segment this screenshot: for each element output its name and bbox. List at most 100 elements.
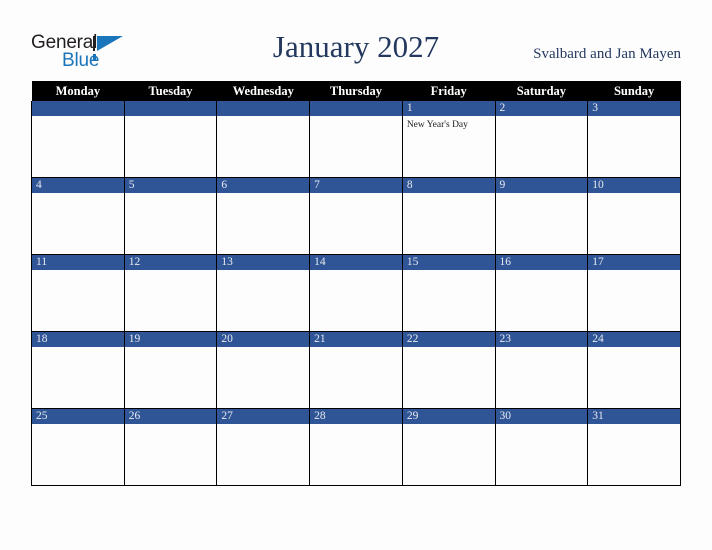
- day-cell-inner: 2: [495, 101, 588, 177]
- day-cell-inner: [217, 101, 310, 177]
- day-number: 19: [124, 332, 217, 347]
- calendar-day-cell[interactable]: 29: [401, 408, 496, 486]
- calendar-page: General Blue January 2027 Svalbard and J…: [0, 0, 712, 550]
- day-number: 21: [310, 332, 402, 347]
- weekday-header-monday: Monday: [31, 81, 125, 101]
- calendar-week-row: 4 5 6 7 8 9 10: [31, 177, 681, 255]
- day-number: 24: [588, 332, 680, 347]
- calendar-day-cell[interactable]: 13: [216, 254, 311, 332]
- calendar-day-cell[interactable]: 27: [216, 408, 311, 486]
- day-cell-inner: 12: [124, 255, 217, 331]
- weekday-header-row: Monday Tuesday Wednesday Thursday Friday…: [31, 81, 681, 101]
- calendar-week-row: 25 26 27 28 29 30 31: [31, 408, 681, 486]
- day-cell-inner: 11: [32, 255, 124, 331]
- day-number: 1: [402, 101, 495, 116]
- day-cell-inner: 18: [32, 332, 124, 408]
- calendar-body: 1 New Year's Day 2 3 4 5 6 7 8 9 10 11 12 13 14 15 16 17 1…: [31, 101, 681, 486]
- day-number: [310, 101, 402, 116]
- weekday-header-sunday: Sunday: [587, 81, 681, 101]
- calendar-day-cell[interactable]: 1 New Year's Day: [401, 101, 496, 178]
- generalblue-logo[interactable]: General Blue: [31, 33, 143, 73]
- day-number: 23: [495, 332, 588, 347]
- day-number: 30: [495, 409, 588, 424]
- calendar-day-cell[interactable]: 2: [494, 101, 589, 178]
- day-cell-inner: 30: [495, 409, 588, 485]
- day-cell-inner: 1 New Year's Day: [402, 101, 495, 177]
- calendar-day-cell[interactable]: [31, 101, 125, 178]
- weekday-header-thursday: Thursday: [309, 81, 403, 101]
- day-number: 4: [32, 178, 124, 193]
- calendar-day-cell[interactable]: 30: [494, 408, 589, 486]
- day-number: 8: [402, 178, 495, 193]
- calendar-day-cell[interactable]: 31: [587, 408, 681, 486]
- day-cell-inner: 10: [588, 178, 680, 254]
- calendar-day-cell[interactable]: 5: [123, 177, 218, 255]
- weekday-header-saturday: Saturday: [495, 81, 588, 101]
- day-cell-inner: 24: [588, 332, 680, 408]
- day-cell-inner: 16: [495, 255, 588, 331]
- calendar-day-cell[interactable]: 9: [494, 177, 589, 255]
- calendar-day-cell[interactable]: 20: [216, 331, 311, 409]
- day-cell-inner: 14: [310, 255, 402, 331]
- day-number: 20: [217, 332, 310, 347]
- calendar-day-cell[interactable]: 25: [31, 408, 125, 486]
- calendar-day-cell[interactable]: 18: [31, 331, 125, 409]
- page-title: January 2027: [272, 29, 440, 64]
- calendar-day-cell[interactable]: 17: [587, 254, 681, 332]
- day-cell-inner: 23: [495, 332, 588, 408]
- day-cell-inner: 20: [217, 332, 310, 408]
- day-number: 15: [402, 255, 495, 270]
- calendar-day-cell[interactable]: 14: [309, 254, 403, 332]
- day-number: 10: [588, 178, 680, 193]
- day-number: 18: [32, 332, 124, 347]
- day-cell-inner: 21: [310, 332, 402, 408]
- calendar-day-cell[interactable]: 15: [401, 254, 496, 332]
- day-cell-inner: [124, 101, 217, 177]
- day-number: 27: [217, 409, 310, 424]
- calendar-day-cell[interactable]: 16: [494, 254, 589, 332]
- calendar-grid: Monday Tuesday Wednesday Thursday Friday…: [31, 81, 681, 486]
- day-cell-inner: [32, 101, 124, 177]
- calendar-week-row: 1 New Year's Day 2 3: [31, 101, 681, 178]
- calendar-day-cell[interactable]: 12: [123, 254, 218, 332]
- logo-text-blue: Blue: [62, 50, 100, 71]
- day-cell-inner: 25: [32, 409, 124, 485]
- calendar-day-cell[interactable]: [216, 101, 311, 178]
- region-label: Svalbard and Jan Mayen: [533, 46, 681, 62]
- calendar-day-cell[interactable]: 21: [309, 331, 403, 409]
- day-number: 25: [32, 409, 124, 424]
- day-cell-inner: [310, 101, 402, 177]
- calendar-day-cell[interactable]: [309, 101, 403, 178]
- calendar-day-cell[interactable]: 3: [587, 101, 681, 178]
- day-cell-inner: 26: [124, 409, 217, 485]
- calendar-day-cell[interactable]: 23: [494, 331, 589, 409]
- calendar-day-cell[interactable]: 11: [31, 254, 125, 332]
- calendar-day-cell[interactable]: 22: [401, 331, 496, 409]
- calendar-day-cell[interactable]: [123, 101, 218, 178]
- calendar-day-cell[interactable]: 10: [587, 177, 681, 255]
- day-cell-inner: 6: [217, 178, 310, 254]
- holiday-label: New Year's Day: [406, 120, 468, 130]
- day-number: 22: [402, 332, 495, 347]
- day-number: [217, 101, 310, 116]
- day-cell-inner: 22: [402, 332, 495, 408]
- calendar-week-row: 18 19 20 21 22 23 24: [31, 331, 681, 409]
- day-cell-inner: 8: [402, 178, 495, 254]
- calendar-day-cell[interactable]: 19: [123, 331, 218, 409]
- calendar-day-cell[interactable]: 26: [123, 408, 218, 486]
- weekday-header-wednesday: Wednesday: [216, 81, 310, 101]
- day-cell-inner: 9: [495, 178, 588, 254]
- day-cell-inner: 27: [217, 409, 310, 485]
- calendar-day-cell[interactable]: 7: [309, 177, 403, 255]
- calendar-day-cell[interactable]: 4: [31, 177, 125, 255]
- calendar-day-cell[interactable]: 28: [309, 408, 403, 486]
- day-cell-inner: 28: [310, 409, 402, 485]
- calendar-day-cell[interactable]: 8: [401, 177, 496, 255]
- day-number: [32, 101, 124, 116]
- day-cell-inner: 3: [588, 101, 680, 177]
- calendar-day-cell[interactable]: 24: [587, 331, 681, 409]
- day-number: 2: [495, 101, 588, 116]
- day-number: 28: [310, 409, 402, 424]
- calendar-day-cell[interactable]: 6: [216, 177, 311, 255]
- day-number: 12: [124, 255, 217, 270]
